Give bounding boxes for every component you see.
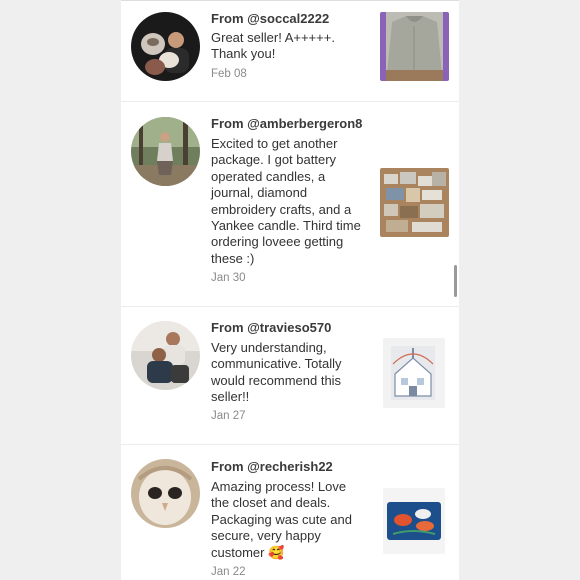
review-date: Jan 27	[211, 410, 246, 422]
review-text: Very understanding, communicative. Total…	[211, 340, 342, 405]
review-date: Feb 08	[211, 68, 247, 80]
reviewer-handle[interactable]: From @soccal2222	[211, 11, 329, 26]
reviewer-handle[interactable]: From @recherish22	[211, 459, 333, 474]
box-of-packages-photo[interactable]	[380, 168, 449, 237]
reviews-panel: From @soccal2222 Great seller! A+++++. T…	[121, 0, 459, 580]
gray-hoodie-photo[interactable]	[380, 12, 449, 81]
review-date: Jan 30	[211, 272, 246, 284]
woman-in-forest-avatar[interactable]	[131, 117, 200, 186]
review-text: Amazing process! Love the closet and dea…	[211, 479, 352, 560]
review-text: Great seller! A+++++. Thank you!	[211, 30, 335, 62]
couple-with-cat-avatar[interactable]	[131, 12, 200, 81]
review-date: Jan 22	[211, 566, 246, 578]
scrollbar[interactable]	[454, 265, 457, 297]
house-bag-photo[interactable]	[383, 338, 445, 408]
review-text: Excited to get another package. I got ba…	[211, 136, 361, 266]
review-item: From @travieso570 Very understanding, co…	[121, 307, 459, 445]
fish-pouch-photo[interactable]	[383, 488, 445, 554]
reviewer-handle[interactable]: From @amberbergeron8	[211, 116, 362, 131]
review-item: From @recherish22 Amazing process! Love …	[121, 445, 459, 580]
owl-avatar[interactable]	[131, 459, 200, 528]
couple-selfie-avatar[interactable]	[131, 321, 200, 390]
reviewer-handle[interactable]: From @travieso570	[211, 320, 331, 335]
review-item: From @amberbergeron8 Excited to get anot…	[121, 102, 459, 307]
review-item: From @soccal2222 Great seller! A+++++. T…	[121, 0, 459, 102]
